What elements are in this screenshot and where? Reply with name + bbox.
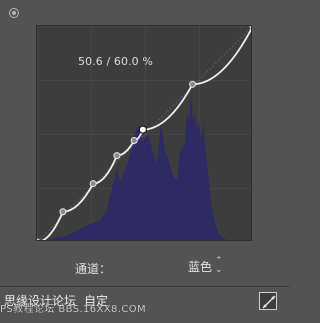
curves-panel: 50.6 / 60.0 % 通道： 蓝色 ⌃ ⌄ 思缘设计论坛 自定 PS教程论坛…	[0, 0, 290, 323]
curve-point-3[interactable]	[89, 180, 97, 188]
curve-editor[interactable]: 50.6 / 60.0 %	[36, 25, 252, 241]
curve-point-5[interactable]	[130, 136, 138, 144]
curve-point-7[interactable]	[189, 80, 197, 88]
updown-icon: ⌃ ⌄	[215, 256, 223, 275]
channel-value: 蓝色	[188, 259, 213, 274]
watermark-text: PS教程论坛 BBS.16XX8.COM	[0, 304, 147, 315]
curve-point-6[interactable]	[138, 125, 147, 134]
curve-point-2[interactable]	[59, 208, 67, 216]
edit-point-button[interactable]	[259, 292, 277, 310]
channel-label: 通道：	[75, 262, 112, 276]
channel-select[interactable]: 蓝色 ⌃ ⌄	[188, 257, 223, 275]
curve-point-4[interactable]	[113, 152, 121, 160]
curve-readout: 50.6 / 60.0 %	[78, 55, 153, 68]
divider-highlight	[0, 287, 290, 288]
edit-point-icon	[262, 295, 276, 309]
gear-icon[interactable]	[9, 8, 19, 18]
